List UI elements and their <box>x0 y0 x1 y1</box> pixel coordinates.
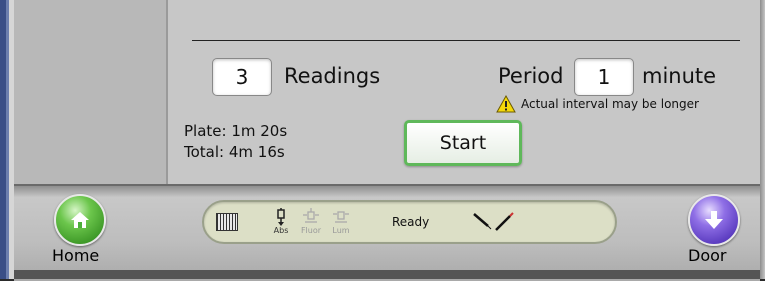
period-unit-label: minute <box>642 64 717 88</box>
readings-input[interactable]: 3 <box>212 58 272 96</box>
door-button[interactable] <box>688 194 740 246</box>
absorbance-icon <box>277 208 285 226</box>
home-icon <box>71 212 89 228</box>
kinetic-settings-panel: 3 Readings Period 1 minute Actual interv… <box>168 0 760 184</box>
warning-icon <box>496 95 516 113</box>
plate-icon <box>216 213 238 231</box>
total-time: Total: 4m 16s <box>184 143 285 161</box>
period-input[interactable]: 1 <box>574 58 634 96</box>
mode-fluor-label: Fluor <box>300 226 322 235</box>
divider-line <box>192 40 740 41</box>
mode-fluor: Fluor <box>298 208 324 236</box>
app-window: 3 Readings Period 1 minute Actual interv… <box>0 0 765 281</box>
mode-lum: Lum <box>328 208 354 236</box>
window-right-edge <box>760 0 765 279</box>
home-label: Home <box>52 246 100 265</box>
period-label: Period <box>498 64 564 88</box>
mode-lum-label: Lum <box>332 226 350 235</box>
interval-warning: Actual interval may be longer <box>496 94 699 114</box>
home-button[interactable] <box>54 194 106 246</box>
start-button[interactable]: Start <box>404 120 522 166</box>
left-panel <box>14 0 168 184</box>
window-left-border <box>0 0 14 279</box>
mode-abs: Abs <box>268 208 294 236</box>
bottom-toolbar: Home Abs Fluor Lum Ready Door <box>14 184 760 281</box>
dispenser-icon <box>473 212 514 231</box>
readings-label: Readings <box>284 64 381 88</box>
instrument-status-bar: Abs Fluor Lum Ready <box>202 200 617 244</box>
mode-abs-label: Abs <box>273 226 289 235</box>
instrument-status-text: Ready <box>392 215 430 229</box>
eject-arrow-icon <box>705 211 723 229</box>
toolbar-base <box>14 270 760 279</box>
luminescence-icon <box>333 211 349 223</box>
door-label: Door <box>688 246 727 265</box>
plate-time: Plate: 1m 20s <box>184 122 288 140</box>
fluorescence-icon <box>303 208 319 223</box>
warning-text: Actual interval may be longer <box>521 97 699 111</box>
